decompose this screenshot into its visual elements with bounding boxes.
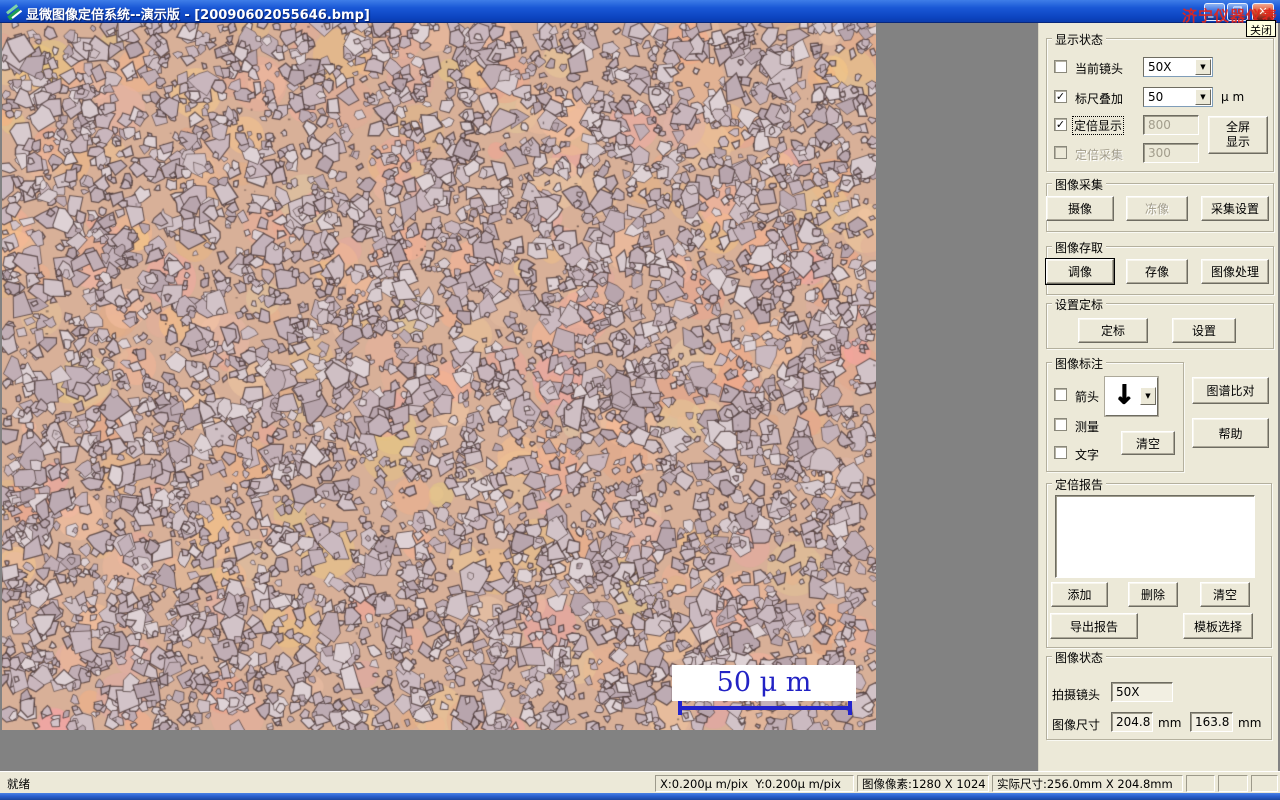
group-annotation-title: 图像标注: [1052, 355, 1107, 372]
atlas-compare-button[interactable]: 图谱比对: [1192, 377, 1269, 404]
label-arrow: 箭头: [1075, 390, 1100, 404]
combo-current-lens[interactable]: 50X ▼: [1143, 57, 1213, 77]
status-actual-size: 实际尺寸:256.0mm X 204.8mm: [992, 775, 1183, 792]
image-process-button[interactable]: 图像处理: [1201, 259, 1269, 284]
clear-annotation-button[interactable]: 清空: [1121, 431, 1175, 455]
freeze-button: 冻像: [1126, 196, 1188, 221]
check-icon: ✓: [1055, 90, 1066, 103]
status-extra-2: [1218, 775, 1248, 792]
label-width-unit: mm: [1158, 716, 1182, 730]
title-bar[interactable]: 显微图像定倍系统--演示版 - [20090602055646.bmp] _ ❐…: [0, 0, 1280, 25]
scale-bar-line: [678, 701, 852, 715]
settings-button[interactable]: 设置: [1172, 318, 1236, 343]
status-resolution: X:0.200μ m/pix Y:0.200μ m/pix: [655, 775, 854, 792]
status-ready: 就绪: [7, 777, 30, 791]
chevron-down-icon[interactable]: ▼: [1195, 59, 1211, 75]
field-image-width: 204.8: [1111, 712, 1153, 732]
close-tooltip: 关闭: [1246, 20, 1276, 37]
label-measure: 测量: [1075, 420, 1100, 434]
chevron-down-icon[interactable]: ▼: [1140, 387, 1156, 405]
label-image-size: 图像尺寸: [1052, 718, 1101, 732]
label-text: 文字: [1075, 448, 1100, 462]
capture-settings-button[interactable]: 采集设置: [1201, 196, 1269, 221]
checkbox-measure[interactable]: [1054, 418, 1067, 431]
window-title: 显微图像定倍系统--演示版 - [20090602055646.bmp]: [26, 8, 370, 23]
shoot-button[interactable]: 摄像: [1046, 196, 1114, 221]
label-fixed-capture: 定倍采集: [1075, 148, 1124, 162]
save-image-button[interactable]: 存像: [1126, 259, 1188, 284]
report-clear-button[interactable]: 清空: [1200, 582, 1250, 607]
label-fixed-display[interactable]: 定倍显示: [1072, 116, 1125, 135]
combo-scale-value[interactable]: 50 ▼: [1143, 87, 1213, 107]
status-extra-3: [1251, 775, 1278, 792]
group-image-status-title: 图像状态: [1052, 649, 1107, 666]
report-delete-button[interactable]: 删除: [1128, 582, 1178, 607]
checkbox-scale-overlay[interactable]: ✓: [1054, 90, 1067, 103]
group-image-storage-title: 图像存取: [1052, 239, 1107, 256]
chevron-down-icon[interactable]: ▼: [1195, 89, 1211, 105]
input-fixed-display: 800: [1143, 115, 1199, 135]
status-bar: 就绪 X:0.200μ m/pix Y:0.200μ m/pix 图像像素:12…: [0, 771, 1280, 793]
check-icon: ✓: [1055, 118, 1066, 131]
group-image-capture-title: 图像采集: [1052, 176, 1107, 193]
checkbox-fixed-capture: [1054, 146, 1067, 159]
group-display-status-title: 显示状态: [1052, 31, 1107, 48]
help-button[interactable]: 帮助: [1192, 418, 1269, 448]
group-report-title: 定倍报告: [1052, 476, 1107, 493]
checkbox-fixed-display[interactable]: ✓: [1054, 118, 1067, 131]
checkbox-text[interactable]: [1054, 446, 1067, 459]
app-icon: [6, 4, 22, 20]
scale-bar-box: 50 μ m: [672, 665, 856, 701]
template-select-button[interactable]: 模板选择: [1183, 613, 1253, 639]
export-report-button[interactable]: 导出报告: [1050, 613, 1138, 639]
label-scale-unit: μ m: [1221, 90, 1245, 104]
fullscreen-button[interactable]: 全屏显示: [1208, 116, 1268, 154]
group-calibration-title: 设置定标: [1052, 296, 1107, 313]
arrow-style-combo[interactable]: ↓ ▼: [1105, 377, 1158, 416]
micrograph-image[interactable]: [2, 23, 876, 730]
label-shoot-lens: 拍摄镜头: [1052, 688, 1101, 702]
label-height-unit: mm: [1238, 716, 1262, 730]
label-scale-overlay: 标尺叠加: [1075, 92, 1124, 106]
checkbox-arrow[interactable]: [1054, 388, 1067, 401]
window-bottom-border: [0, 793, 1280, 800]
scale-bar-label: 50 μ m: [716, 667, 812, 698]
field-shoot-lens: 50X: [1111, 682, 1173, 702]
status-extra-1: [1186, 775, 1215, 792]
checkbox-current-lens[interactable]: [1054, 60, 1067, 73]
load-image-button[interactable]: 调像: [1045, 258, 1115, 285]
input-fixed-capture: 300: [1143, 143, 1199, 163]
field-image-height: 163.8: [1190, 712, 1233, 732]
report-listbox[interactable]: [1055, 495, 1255, 578]
status-pixels: 图像像素:1280 X 1024: [857, 775, 989, 792]
label-current-lens: 当前镜头: [1075, 62, 1124, 76]
report-add-button[interactable]: 添加: [1051, 582, 1108, 607]
calibrate-button[interactable]: 定标: [1078, 318, 1148, 343]
arrow-down-icon: ↓: [1113, 380, 1135, 410]
